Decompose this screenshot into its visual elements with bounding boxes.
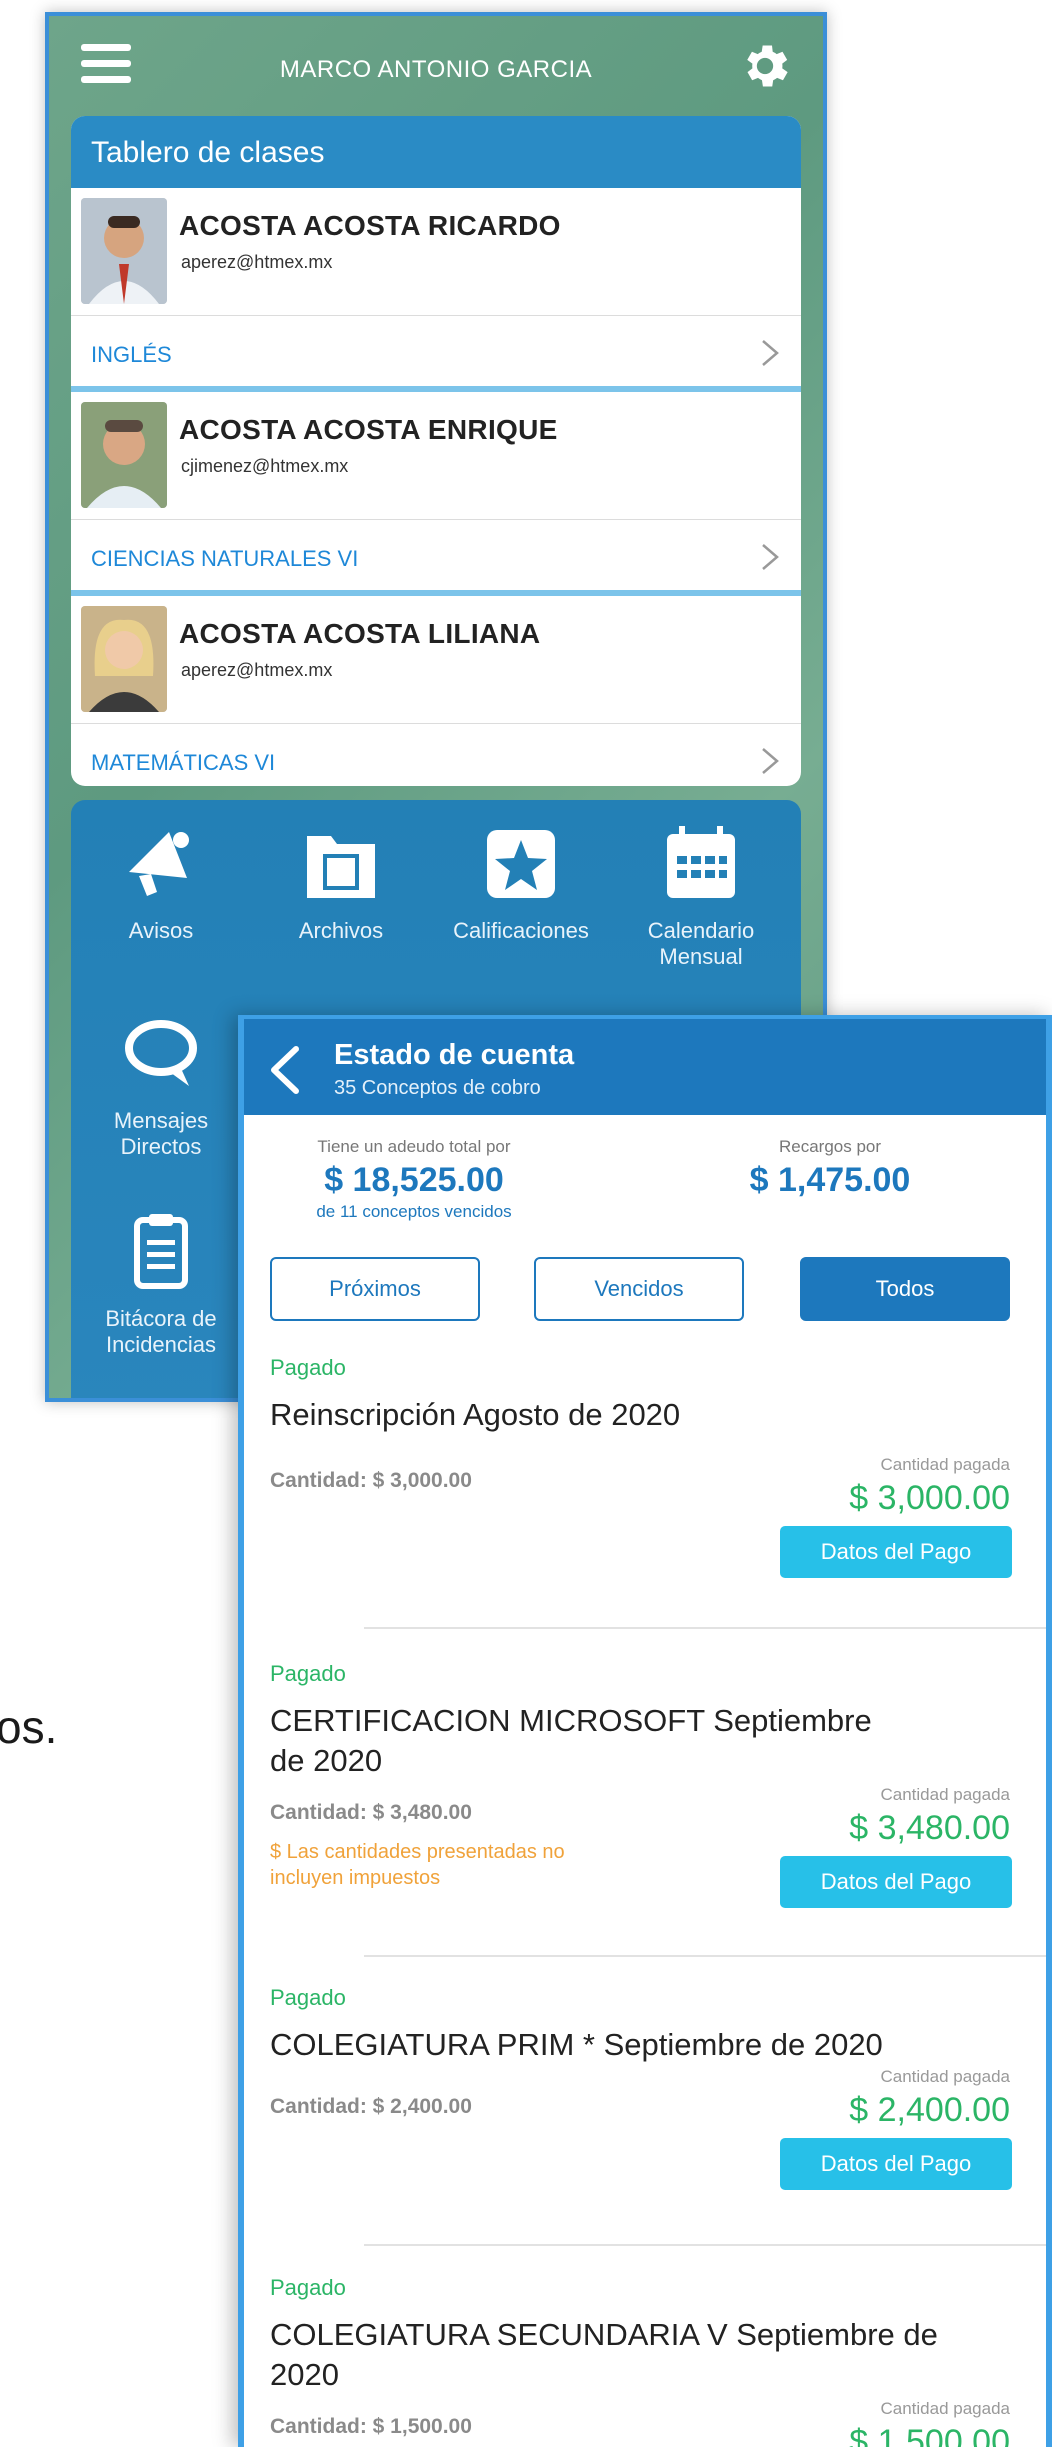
subject-row[interactable]: CIENCIAS NATURALES VI <box>71 520 801 596</box>
paid-amount: $ 3,000.00 <box>849 1479 1010 1517</box>
payment-status: Pagado <box>270 1355 346 1380</box>
paid-label: Cantidad pagada <box>880 2067 1010 2086</box>
paid-label: Cantidad pagada <box>880 2399 1010 2418</box>
payment-details-button[interactable]: Datos del Pago <box>780 1526 1012 1578</box>
paid-box: Cantidad pagada $ 2,400.00 Datos del Pag… <box>780 2067 1012 2190</box>
teacher-photo <box>81 198 167 304</box>
teacher-email: cjimenez@htmex.mx <box>181 456 349 476</box>
chevron-right-icon <box>762 544 779 570</box>
paid-amount: $ 1,500.00 <box>849 2423 1010 2447</box>
debt-summary: Tiene un adeudo total por $ 18,525.00 de… <box>284 1137 544 1222</box>
surcharge-amount: $ 1,475.00 <box>749 1161 911 1199</box>
tile-bitacora[interactable]: Bitácora de Incidencias <box>71 1210 251 1358</box>
divider <box>364 1955 1046 1957</box>
debt-sub: de 11 conceptos vencidos <box>316 1202 512 1221</box>
tile-label: Calendario Mensual <box>647 918 755 969</box>
calendar-icon <box>667 826 735 898</box>
debt-label: Tiene un adeudo total por <box>317 1137 511 1156</box>
payment-item: Pagado COLEGIATURA SECUNDARIA V Septiemb… <box>270 2275 1010 2447</box>
tile-archivos[interactable]: Archivos <box>251 822 431 944</box>
payment-details-button[interactable]: Datos del Pago <box>780 2138 1012 2190</box>
user-name: MARCO ANTONIO GARCIA <box>279 56 593 83</box>
teacher-photo <box>81 402 167 508</box>
gear-icon[interactable] <box>737 38 793 94</box>
paid-box: Cantidad pagada $ 1,500.00 <box>780 2399 1010 2447</box>
payment-concept: CERTIFICACION MICROSOFT Septiembre de 20… <box>270 1703 872 1778</box>
teacher-card[interactable]: ACOSTA ACOSTA ENRIQUE cjimenez@htmex.mx <box>71 392 801 520</box>
tax-note: $ Las cantidades presentadas no incluyen… <box>270 1841 565 1889</box>
payment-status: Pagado <box>270 1985 346 2010</box>
teacher-card[interactable]: ACOSTA ACOSTA RICARDO aperez@htmex.mx <box>71 188 801 316</box>
paid-box: Cantidad pagada $ 3,480.00 Datos del Pag… <box>780 1785 1012 1908</box>
divider <box>364 1627 1046 1629</box>
subject-label: CIENCIAS NATURALES VI <box>91 546 359 571</box>
filter-todos-button[interactable]: Todos <box>800 1257 1010 1321</box>
payment-concept: COLEGIATURA SECUNDARIA V Septiembre de 2… <box>270 2317 938 2392</box>
paid-amount: $ 3,480.00 <box>849 1809 1010 1847</box>
tile-label: Mensajes Directos <box>113 1108 209 1159</box>
teacher-email: aperez@htmex.mx <box>181 252 333 272</box>
payment-quantity: Cantidad: $ 3,480.00 <box>270 1801 472 1824</box>
megaphone-icon <box>129 832 189 896</box>
page-subtitle: 35 Conceptos de cobro <box>334 1077 541 1099</box>
filter-bar: Próximos Vencidos Todos <box>244 1245 1046 1329</box>
paid-label: Cantidad pagada <box>880 1455 1010 1474</box>
chevron-right-icon <box>762 340 779 366</box>
tile-mensajes[interactable]: Mensajes Directos <box>71 1012 251 1160</box>
tile-avisos[interactable]: Avisos <box>71 822 251 944</box>
payment-status: Pagado <box>270 2275 346 2300</box>
payment-concept: Reinscripción Agosto de 2020 <box>270 1397 681 1432</box>
filter-proximos-button[interactable]: Próximos <box>270 1257 480 1321</box>
subject-row[interactable]: MATEMÁTICAS VI <box>71 724 801 786</box>
teacher-email: aperez@htmex.mx <box>181 660 333 680</box>
paid-box: Cantidad pagada $ 3,000.00 Datos del Pag… <box>780 1455 1012 1578</box>
chevron-right-icon <box>762 748 779 774</box>
payment-quantity: Cantidad: $ 2,400.00 <box>270 2095 472 2118</box>
payment-item: Pagado Reinscripción Agosto de 2020 Cant… <box>270 1355 1012 1578</box>
tile-label: Archivos <box>298 918 384 943</box>
payment-quantity: Cantidad: $ 3,000.00 <box>270 1469 472 1492</box>
tile-label: Avisos <box>128 918 194 943</box>
header: Estado de cuenta 35 Conceptos de cobro <box>244 1019 1046 1115</box>
chat-icon <box>125 1020 197 1086</box>
paid-amount: $ 2,400.00 <box>849 2091 1010 2129</box>
payment-quantity: Cantidad: $ 1,500.00 <box>270 2415 472 2438</box>
surcharge-label: Recargos por <box>778 1137 882 1156</box>
subject-label: MATEMÁTICAS VI <box>91 750 276 775</box>
page-text-fragment: os. <box>0 1701 58 1753</box>
tile-label: Bitácora de Incidencias <box>105 1306 217 1357</box>
payment-item: Pagado CERTIFICACION MICROSOFT Septiembr… <box>270 1661 1012 1921</box>
board-title: Tablero de clases <box>71 116 801 188</box>
payment-concept: COLEGIATURA PRIM * Septiembre de 2020 <box>270 2027 883 2062</box>
divider <box>364 2244 1046 2246</box>
surcharge-summary: Recargos por $ 1,475.00 <box>700 1137 960 1200</box>
star-icon <box>487 830 555 898</box>
page-title: Estado de cuenta <box>334 1039 575 1071</box>
subject-label: INGLÉS <box>91 342 172 367</box>
tile-label: Calificaciones <box>453 918 589 943</box>
teacher-name: ACOSTA ACOSTA RICARDO <box>179 210 561 241</box>
payment-details-button[interactable]: Datos del Pago <box>780 1856 1012 1908</box>
teacher-card[interactable]: ACOSTA ACOSTA LILIANA aperez@htmex.mx <box>71 596 801 724</box>
balance-summary: Tiene un adeudo total por $ 18,525.00 de… <box>244 1115 1046 1245</box>
payment-status: Pagado <box>270 1661 346 1686</box>
folder-icon <box>307 836 375 898</box>
debt-amount: $ 18,525.00 <box>324 1161 504 1199</box>
tile-calificaciones[interactable]: Calificaciones <box>431 822 611 944</box>
back-arrow-icon[interactable] <box>266 1045 302 1095</box>
class-board: Tablero de clases ACOSTA ACOSTA RICARDO … <box>71 116 801 786</box>
teacher-photo <box>81 606 167 712</box>
teacher-name: ACOSTA ACOSTA ENRIQUE <box>179 414 558 445</box>
tile-calendario[interactable]: Calendario Mensual <box>611 822 791 970</box>
clipboard-icon <box>134 1214 188 1289</box>
top-bar: MARCO ANTONIO GARCIA <box>49 16 823 116</box>
filter-vencidos-button[interactable]: Vencidos <box>534 1257 744 1321</box>
payment-item: Pagado COLEGIATURA PRIM * Septiembre de … <box>270 1985 1012 2190</box>
paid-label: Cantidad pagada <box>880 1785 1010 1804</box>
account-statement-screen: Estado de cuenta 35 Conceptos de cobro T… <box>238 1015 1052 2447</box>
teacher-name: ACOSTA ACOSTA LILIANA <box>179 618 541 649</box>
subject-row[interactable]: INGLÉS <box>71 316 801 392</box>
